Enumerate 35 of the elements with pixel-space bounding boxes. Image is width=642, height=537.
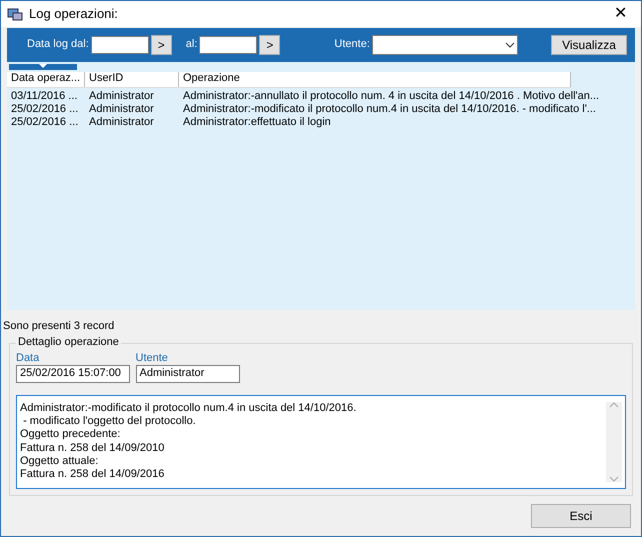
column-header[interactable]: UserID <box>85 72 179 87</box>
table-cell-text: Administrator <box>88 90 155 103</box>
window-title: Log operazioni: <box>29 6 118 22</box>
view-button[interactable]: Visualizza <box>551 35 627 55</box>
date-field: 25/02/2016 15:07:00 <box>16 365 130 383</box>
status-text: Sono presenti 3 record <box>3 320 116 333</box>
date-to-field[interactable] <box>199 36 258 54</box>
date-label: Data <box>16 352 40 365</box>
table-cell-text: 25/02/2016 ... <box>10 116 80 129</box>
caret-down-icon <box>39 64 47 68</box>
table-cell-text: Administrator:effettuato il login <box>182 116 332 129</box>
table-cell-text: Administrator <box>88 103 155 116</box>
app-icon <box>7 7 23 21</box>
chevron-down-icon <box>504 42 515 48</box>
table-cell-text: Administrator:-modificato il protocollo num.4 in uscita del 14/10/2016. - modificato l'... <box>182 103 597 116</box>
user-field: Administrator <box>136 365 240 383</box>
group-title: Dettaglio operazione <box>16 336 121 349</box>
date-from-field[interactable] <box>90 36 149 54</box>
close-button[interactable]: ✕ <box>606 4 635 24</box>
column-header[interactable]: Data operaz... <box>7 72 85 87</box>
table-cell-text: Administrator <box>88 116 155 129</box>
exit-button[interactable]: Esci <box>531 504 631 528</box>
detail-text: Administrator:-modificato il protocollo num.4 in uscita del 14/10/2016. - modificato l'oggetto del protocollo. Oggetto precedente: Fattura n. 258 del 14/09/2010 Oggetto attuale: Fattura n. 258 del 14/09/2016 <box>20 402 356 482</box>
table-cell-text: Administrator:-annullato il protocollo num. 4 in uscita del 14/10/2016 . Motivo dell'an... <box>182 90 600 103</box>
user-label: Utente: <box>334 38 370 52</box>
date-to-label: al: <box>186 38 198 52</box>
collapse-toggle[interactable] <box>9 64 77 70</box>
date-from-label: Data log dal: <box>27 38 89 52</box>
pick-date-button[interactable]: > <box>150 35 172 55</box>
table-cell-text: 25/02/2016 ... <box>10 103 80 116</box>
user-label: Utente <box>136 352 169 365</box>
user-dropdown[interactable] <box>372 35 518 55</box>
column-header[interactable]: Operazione <box>179 72 571 87</box>
table-cell-text: 03/11/2016 ... <box>10 90 78 103</box>
pick-date-button[interactable]: > <box>259 35 280 55</box>
